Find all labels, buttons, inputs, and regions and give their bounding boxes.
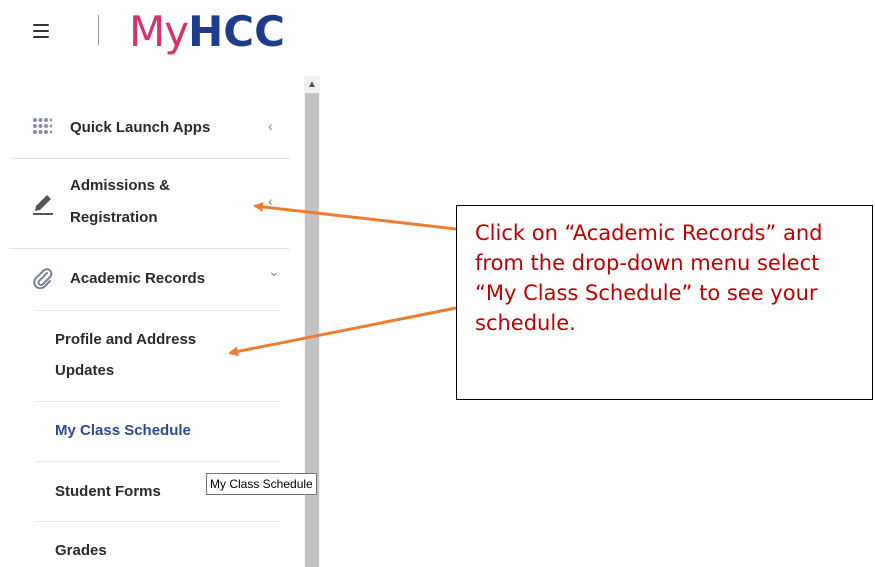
sidebar-item-admissions-registration[interactable]: Admissions & Registration ‹ [10,159,290,249]
header-divider [98,15,99,45]
hamburger-menu-icon[interactable] [33,24,49,38]
sidebar-item-label: Academic Records [70,270,206,287]
submenu-item-label: Student Forms [55,483,161,500]
sidebar-item-label-line2: Registration [70,209,158,226]
logo-hcc: HCC [188,7,285,56]
submenu-item-profile-address-updates[interactable]: Profile and Address Updates [35,310,280,402]
scrollbar-thumb[interactable] [305,93,319,567]
submenu-item-label-line2: Updates [55,362,115,379]
callout-text: Click on “Academic Records” and from the… [475,221,823,335]
app-header: MyHCC [0,0,875,70]
chevron-left-icon: ‹ [268,193,273,209]
myhcc-logo[interactable]: MyHCC [129,7,285,57]
instruction-callout: Click on “Academic Records” and from the… [456,205,873,400]
submenu-item-label: My Class Schedule [55,422,191,439]
submenu-item-grades[interactable]: Grades [35,522,280,567]
submenu-item-my-class-schedule[interactable]: My Class Schedule [35,401,280,462]
logo-my: My [129,7,189,56]
scroll-up-arrow-icon[interactable]: ▲ [304,76,320,93]
sidebar-item-academic-records[interactable]: Academic Records ⌄ [10,249,290,309]
pencil-icon [32,191,54,220]
submenu-item-label: Grades [55,542,107,559]
chevron-left-icon: ‹ [268,118,273,134]
chevron-down-icon: ⌄ [268,263,280,279]
sidebar-item-label: Quick Launch Apps [70,119,211,136]
tooltip: My Class Schedule [206,473,317,495]
sidebar-item-label-line1: Admissions & [70,177,171,194]
grid-dots-icon [32,117,53,140]
submenu-item-label-line1: Profile and Address [55,331,197,348]
sidebar-item-quick-launch-apps[interactable]: Quick Launch Apps ‹ [10,97,290,159]
paperclip-icon [32,267,54,294]
